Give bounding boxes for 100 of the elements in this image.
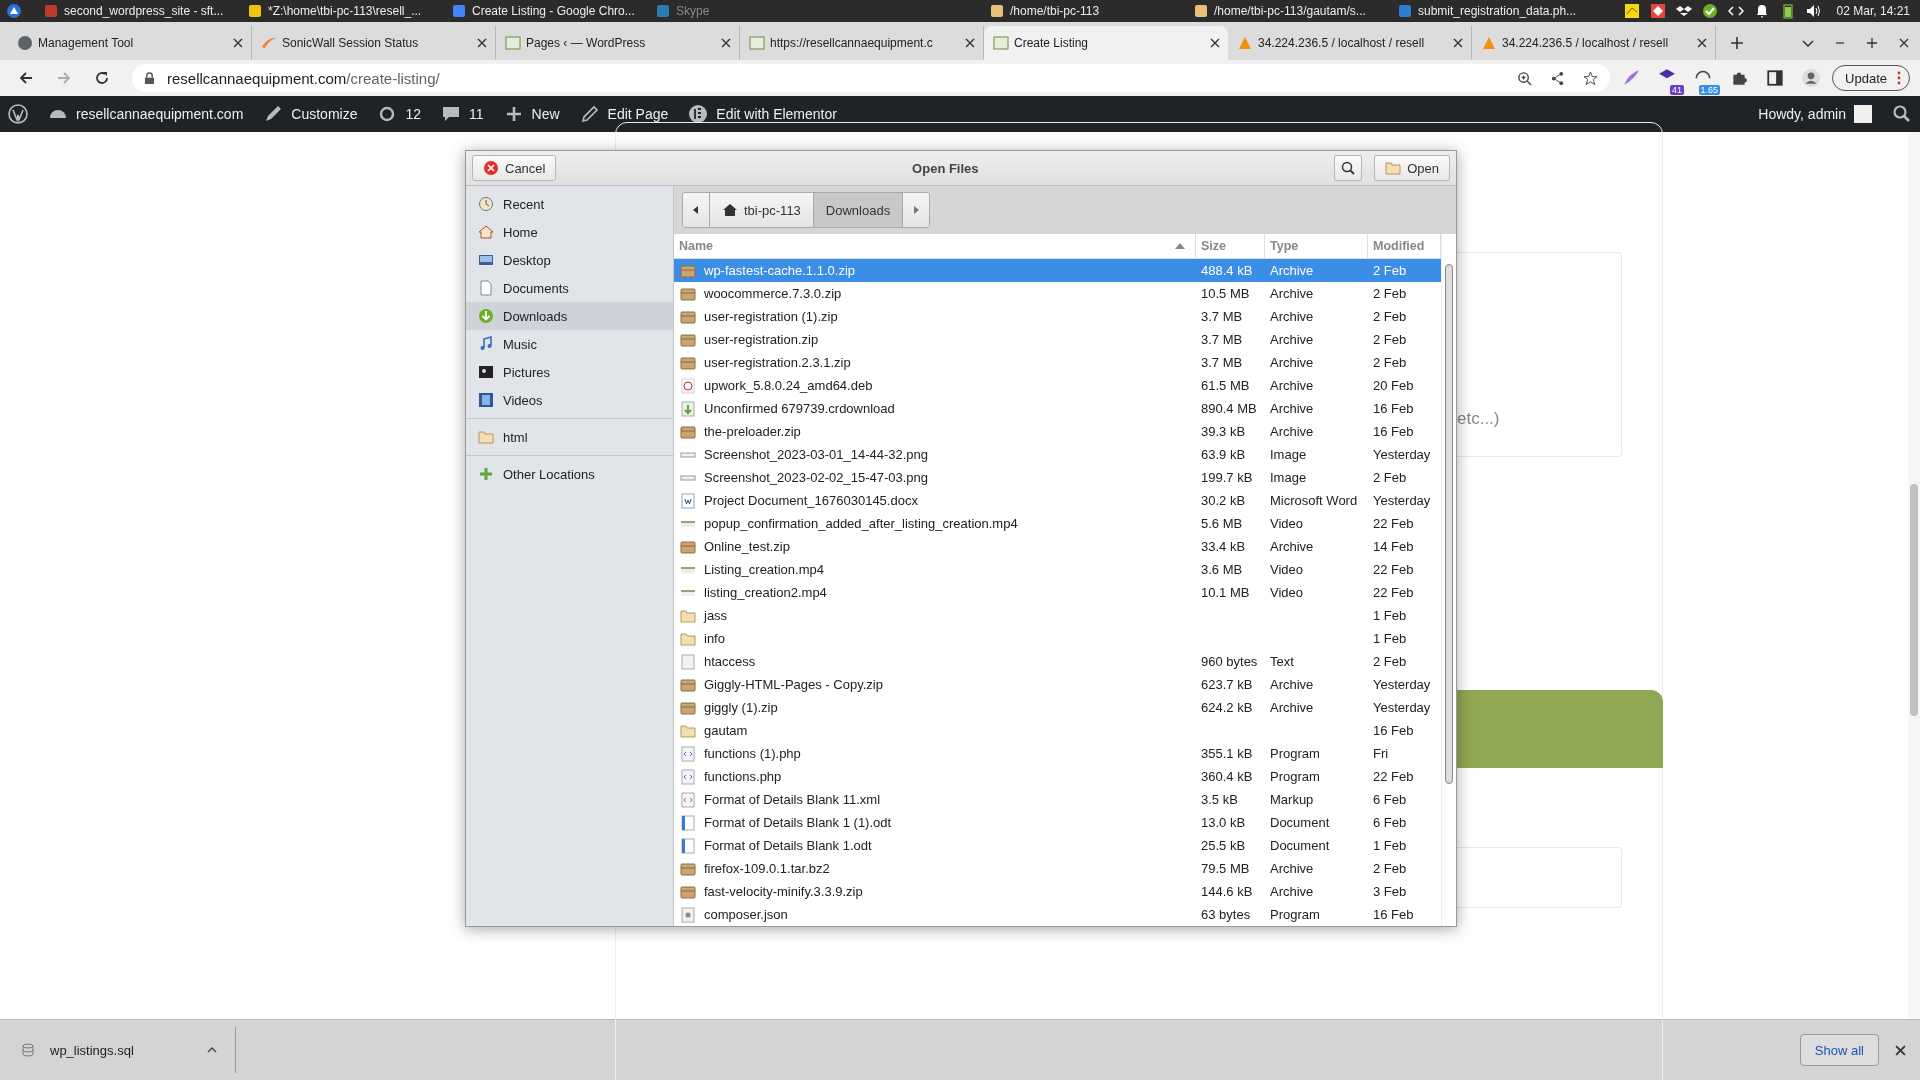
scrollbar-thumb[interactable] [1445, 264, 1453, 784]
notes-tray-icon[interactable] [1623, 3, 1640, 19]
file-row[interactable]: Format of Details Blank 1 (1).odt 13.0 kB Document 6 Feb [674, 811, 1441, 834]
file-row[interactable]: Screenshot_2023-03-01_14-44-32.png 63.9 kB Image Yesterday [674, 443, 1441, 466]
file-row[interactable]: firefox-109.0.1.tar.bz2 79.5 MB Archive 2 Feb [674, 857, 1441, 880]
column-header[interactable]: Name [674, 234, 1196, 258]
file-row[interactable]: user-registration (1).zip 3.7 MB Archive 2 Feb [674, 305, 1441, 328]
box-tray-icon[interactable] [1675, 3, 1692, 19]
site-name-link[interactable]: resellcannaequipment.com [48, 104, 244, 124]
lock-icon[interactable] [144, 71, 155, 85]
file-row[interactable]: Online_test.zip 33.4 kB Archive 14 Feb [674, 535, 1441, 558]
file-row[interactable]: user-registration.zip 3.7 MB Archive 2 Feb [674, 328, 1441, 351]
download-item[interactable]: wp_listings.sql [0, 1027, 236, 1073]
path-button[interactable]: Downloads [813, 193, 904, 227]
sidebar-item[interactable]: Music [466, 330, 673, 358]
taskbar-item[interactable]: /home/tbi-pc-113 [990, 4, 1190, 18]
file-row[interactable]: listing_creation2.mp4 10.1 MB Video 22 Feb [674, 581, 1441, 604]
close-icon[interactable] [1895, 1044, 1906, 1056]
plus-icon[interactable] [1730, 36, 1744, 50]
volume-icon[interactable] [1805, 3, 1822, 19]
sidebar-item[interactable]: Other Locations [466, 460, 673, 488]
taskbar-item[interactable]: submit_registration_data.ph... [1398, 4, 1598, 18]
back-arrow-icon[interactable] [18, 70, 34, 86]
search-icon[interactable] [1892, 104, 1912, 124]
close-icon[interactable] [1697, 38, 1707, 48]
file-row[interactable]: fast-velocity-minify.3.3.9.zip 144.6 kB Archive 3 Feb [674, 880, 1441, 903]
sidebar-item[interactable]: Documents [466, 274, 673, 302]
sidebar-item[interactable]: Pictures [466, 358, 673, 386]
sidebar-item[interactable]: Downloads [466, 302, 673, 330]
browser-tab[interactable]: Create Listing [984, 26, 1228, 60]
back-button[interactable] [683, 193, 710, 227]
edit-page-link[interactable]: Edit Page [579, 104, 669, 124]
file-row[interactable]: jass 1 Feb [674, 604, 1441, 627]
file-row[interactable]: Format of Details Blank 11.xml 3.5 kB Markup 6 Feb [674, 788, 1441, 811]
file-row[interactable]: the-preloader.zip 39.3 kB Archive 16 Feb [674, 420, 1441, 443]
account-link[interactable]: Howdy, admin [1758, 105, 1872, 123]
file-row[interactable]: Screenshot_2023-02-02_15-47-03.png 199.7 kB Image 2 Feb [674, 466, 1441, 489]
scrollbar-thumb[interactable] [1910, 484, 1918, 716]
taskbar-item[interactable]: *Z:\home\tbi-pc-113\resell_... [248, 4, 448, 18]
avatar-icon[interactable] [1802, 69, 1821, 87]
file-row[interactable]: htaccess 960 bytes Text 2 Feb [674, 650, 1441, 673]
updates-link[interactable]: 12 [377, 104, 422, 124]
file-row[interactable]: functions.php 360.4 kB Program 22 Feb [674, 765, 1441, 788]
file-row[interactable]: composer.json 63 bytes Program 16 Feb [674, 903, 1441, 926]
address-bar[interactable]: resellcannaequipment.com/create-listing/ [132, 64, 1611, 92]
more-icon[interactable] [1897, 71, 1901, 85]
new-link[interactable]: New [503, 104, 560, 124]
file-row[interactable]: Format of Details Blank 1.odt 25.5 kB Document 1 Feb [674, 834, 1441, 857]
check-tray-icon[interactable] [1701, 3, 1718, 19]
file-row[interactable]: functions (1).php 355.1 kB Program Fri [674, 742, 1441, 765]
path-button[interactable]: tbi-pc-113 [710, 193, 814, 227]
sidebar-item[interactable]: Home [466, 218, 673, 246]
taskbar-item[interactable]: /home/tbi-pc-113/gautam/s... [1194, 4, 1394, 18]
clock[interactable]: 02 Mar, 14:21 [1836, 4, 1910, 18]
sidebar-item[interactable]: Videos [466, 386, 673, 414]
sidebar-item[interactable]: Desktop [466, 246, 673, 274]
share-icon[interactable] [1550, 70, 1566, 86]
taskbar-item[interactable]: Create Listing - Google Chro... [452, 4, 652, 18]
taskbar-item[interactable]: second_wordpress_site - sft... [44, 4, 244, 18]
feather-icon[interactable] [1622, 69, 1641, 87]
search-button[interactable] [1334, 155, 1363, 181]
cancel-button[interactable]: Cancel [472, 155, 557, 181]
file-row[interactable]: woocommerce.7.3.0.zip 10.5 MB Archive 2 Feb [674, 282, 1441, 305]
column-header[interactable]: Size [1196, 234, 1265, 258]
close-icon[interactable] [1897, 36, 1911, 50]
close-icon[interactable] [233, 38, 243, 48]
close-icon[interactable] [965, 38, 975, 48]
show-all-button[interactable]: Show all [1799, 1034, 1879, 1066]
file-row[interactable]: info 1 Feb [674, 627, 1441, 650]
star-icon[interactable] [1583, 70, 1599, 86]
menu-icon[interactable] [6, 3, 22, 19]
file-row[interactable]: Unconfirmed 679739.crdownload 890.4 MB Archive 16 Feb [674, 397, 1441, 420]
comments-link[interactable]: 11 [441, 104, 484, 124]
wordpress-logo-icon[interactable] [8, 104, 28, 124]
close-icon[interactable] [721, 38, 731, 48]
file-row[interactable]: giggly (1).zip 624.2 kB Archive Yesterday [674, 696, 1441, 719]
side-panel-icon[interactable] [1766, 69, 1785, 87]
column-header[interactable]: Type [1265, 234, 1368, 258]
reload-icon[interactable] [94, 70, 110, 86]
open-button[interactable]: Open [1374, 155, 1450, 181]
file-row[interactable]: upwork_5.8.0.24_amd64.deb 61.5 MB Archive 20 Feb [674, 374, 1441, 397]
sidebar-item[interactable]: Recent [466, 190, 673, 218]
file-row[interactable]: Listing_creation.mp4 3.6 MB Video 22 Feb [674, 558, 1441, 581]
close-icon[interactable] [477, 38, 487, 48]
sidebar-item[interactable]: html [466, 423, 673, 451]
file-row[interactable]: popup_confirmation_added_after_listing_creation.mp4 5.6 MB Video 22 Feb [674, 512, 1441, 535]
close-icon[interactable] [1453, 38, 1463, 48]
update-button[interactable]: Update [1832, 65, 1910, 91]
close-icon[interactable] [1210, 38, 1220, 48]
file-row[interactable]: Project Document_1676030145.docx 30.2 kB Microsoft Word Yesterday [674, 489, 1441, 512]
file-row[interactable]: user-registration.2.3.1.zip 3.7 MB Archive 2 Feb [674, 351, 1441, 374]
caret-up-icon[interactable] [207, 1047, 217, 1053]
file-row[interactable]: Giggly-HTML-Pages - Copy.zip 623.7 kB Archive Yesterday [674, 673, 1441, 696]
customize-link[interactable]: Customize [263, 104, 358, 124]
taskbar-item[interactable]: Skype [656, 4, 846, 18]
diamond-tray-icon[interactable] [1649, 3, 1666, 19]
elementor-link[interactable]: Edit with Elementor [688, 104, 837, 124]
file-row[interactable]: gautam 16 Feb [674, 719, 1441, 742]
maximize-icon[interactable] [1865, 36, 1879, 50]
zoom-icon[interactable] [1517, 70, 1533, 86]
